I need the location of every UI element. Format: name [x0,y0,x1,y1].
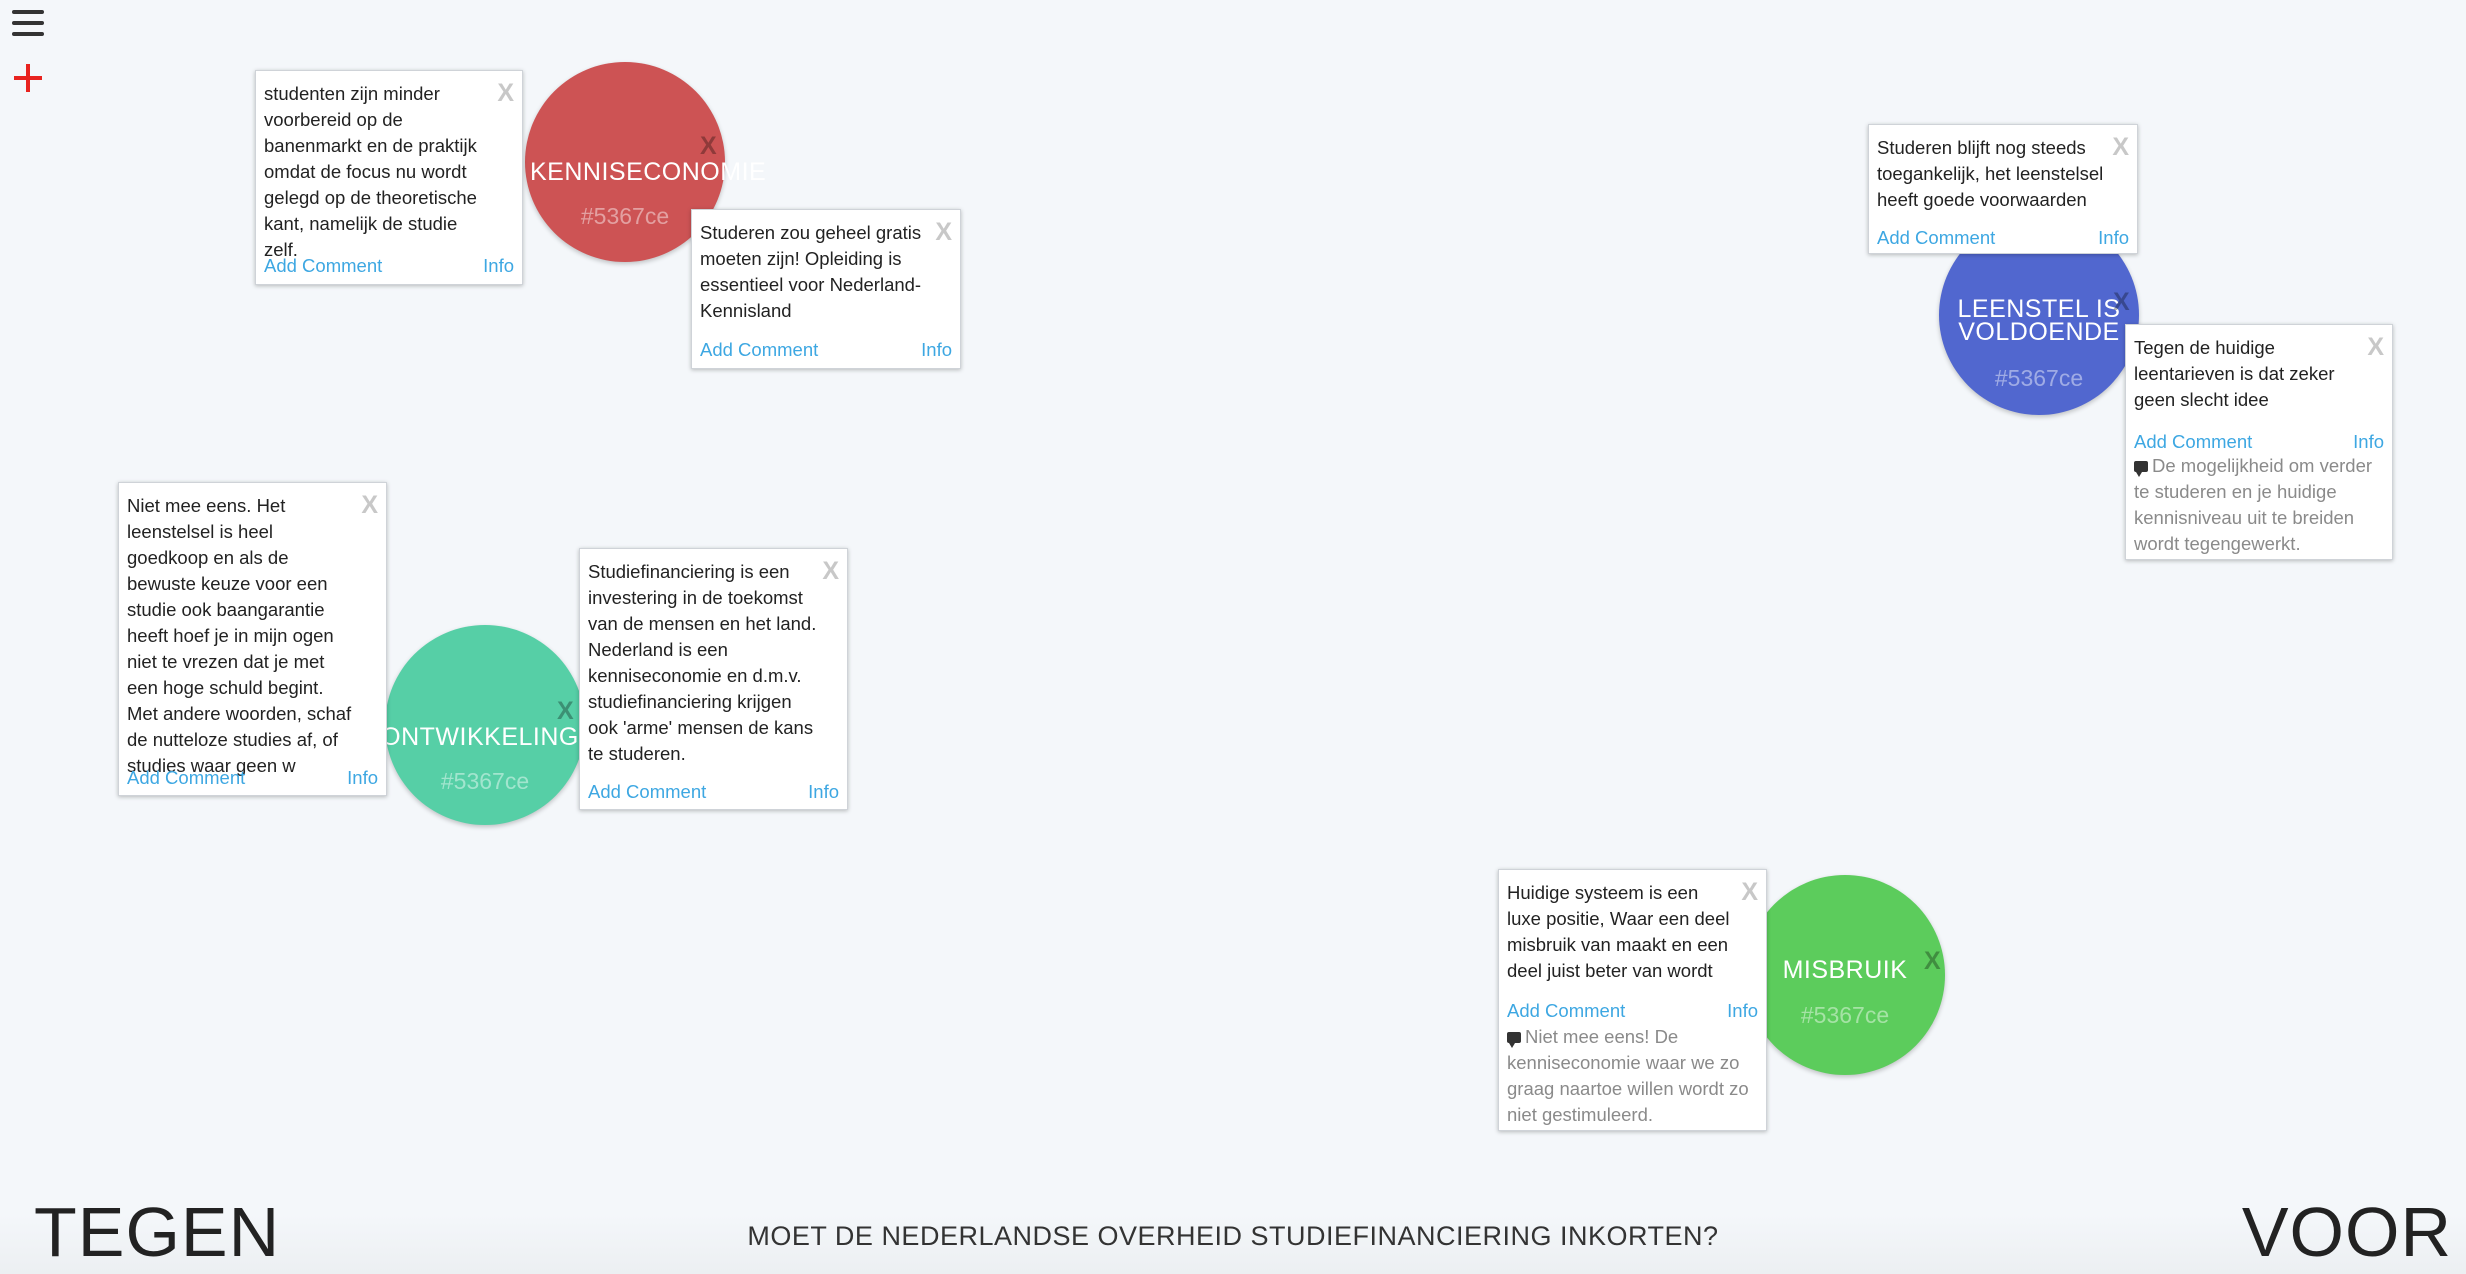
argument-card: X Studeren blijft nog steeds toegankelij… [1868,124,2138,254]
node-close-button[interactable]: X [2113,288,2130,317]
add-comment-link[interactable]: Add Comment [588,781,706,803]
argument-card: X Studeren zou geheel gratis moeten zijn… [691,209,961,369]
page-question: MOET DE NEDERLANDSE OVERHEID STUDIEFINAN… [747,1221,1719,1251]
argument-card: X Huidige systeem is een luxe positie, W… [1498,869,1767,1131]
hamburger-menu-icon[interactable] [12,10,44,38]
add-comment-link[interactable]: Add Comment [2134,431,2252,453]
info-link[interactable]: Info [808,781,839,803]
add-comment-link[interactable]: Add Comment [700,339,818,361]
argument-card: X Niet mee eens. Het leenstelsel is heel… [118,482,387,796]
comment-text: De mogelijkheid om verder te studeren en… [2134,455,2373,554]
node-close-button[interactable]: X [557,697,574,726]
comment-icon [1507,1032,1521,1048]
add-comment-link[interactable]: Add Comment [1507,1000,1625,1022]
node-title: KENNISECONOMIE [530,158,767,186]
node-title: MISBRUIK [1782,956,1908,984]
card-text: Studeren blijft nog steeds toegankelijk,… [1877,137,2104,210]
close-card-button[interactable]: X [1741,878,1758,907]
node-misbruik[interactable]: MISBRUIK #5367ce X [1745,875,1945,1075]
card-text: Tegen de huidige leentarieven is dat zek… [2134,337,2335,410]
info-link[interactable]: Info [2098,227,2129,249]
menu-bar [12,10,44,14]
close-card-button[interactable]: X [497,79,514,108]
plus-icon[interactable] [8,56,48,96]
info-link[interactable]: Info [483,255,514,277]
comment: Niet mee eens! De kenniseconomie waar we… [1507,1024,1758,1128]
comment-text: Niet mee eens! De kenniseconomie waar we… [1507,1026,1749,1125]
add-comment-link[interactable]: Add Comment [127,767,245,789]
add-comment-link[interactable]: Add Comment [264,255,382,277]
comment: De mogelijkheid om verder te studeren en… [2134,453,2384,557]
argument-card: X Studiefinanciering is een investering … [579,548,848,810]
info-link[interactable]: Info [347,767,378,789]
close-card-button[interactable]: X [2112,133,2129,162]
argument-card: X studenten zijn minder voorbereid op de… [255,70,523,285]
node-ontwikkeling[interactable]: ONTWIKKELING #5367ce X [381,625,585,825]
node-code: #5367ce [1800,1002,1890,1028]
card-text: Studiefinanciering is een investering in… [588,561,817,764]
argument-card: X Tegen de huidige leentarieven is dat z… [2125,324,2393,560]
node-code: #5367ce [1994,365,2084,391]
card-text: Studeren zou geheel gratis moeten zijn! … [700,222,922,321]
card-text: Niet mee eens. Het leenstelsel is heel g… [127,495,352,776]
card-text: studenten zijn minder voorbereid op de b… [264,83,477,260]
node-title: ONTWIKKELING [381,723,579,751]
info-link[interactable]: Info [2353,431,2384,453]
close-card-button[interactable]: X [935,218,952,247]
close-card-button[interactable]: X [2367,333,2384,362]
info-link[interactable]: Info [921,339,952,361]
card-text: Huidige systeem is een luxe positie, Waa… [1507,882,1730,981]
close-card-button[interactable]: X [361,491,378,520]
node-close-button[interactable]: X [1924,947,1941,976]
menu-bar [12,21,44,25]
close-card-button[interactable]: X [822,557,839,586]
node-title: LEENSTEL IS VOLDOENDE [1957,295,2121,346]
node-close-button[interactable]: X [700,132,717,161]
info-link[interactable]: Info [1727,1000,1758,1022]
add-comment-link[interactable]: Add Comment [1877,227,1995,249]
comment-icon [2134,461,2148,477]
node-code: #5367ce [440,768,530,794]
menu-bar [12,32,44,36]
